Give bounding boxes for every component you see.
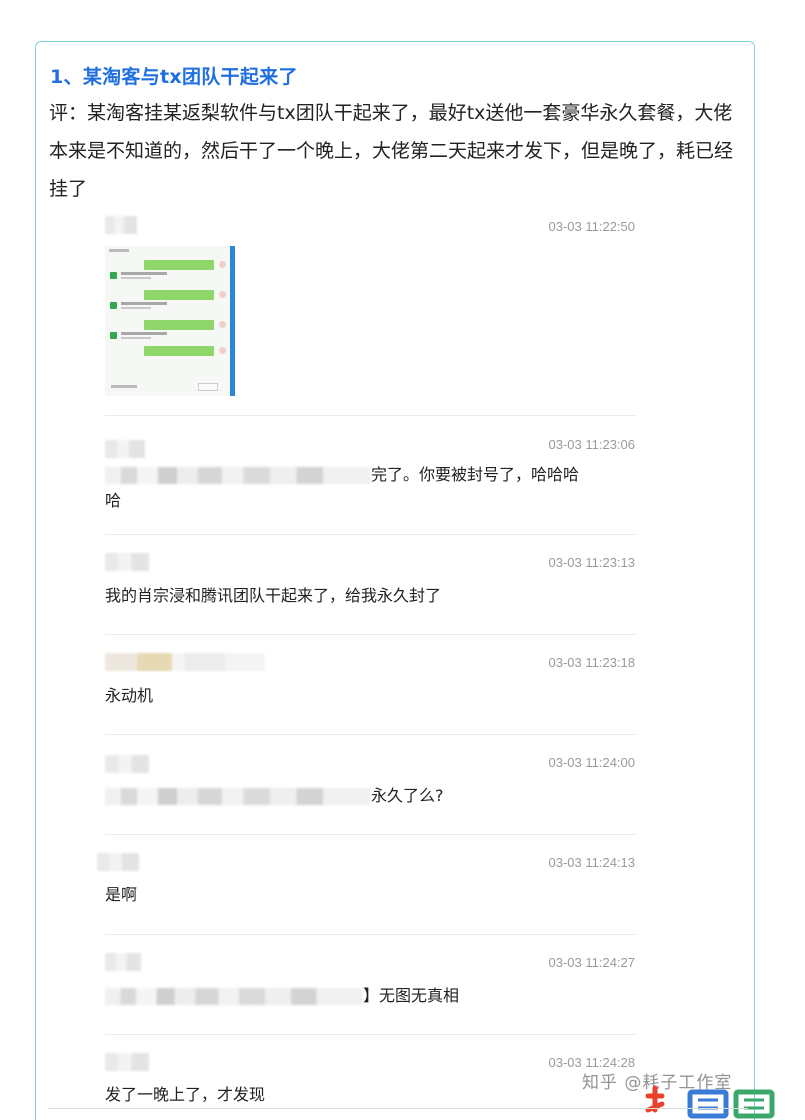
sender-name-redacted xyxy=(105,755,149,773)
sender-name-redacted xyxy=(105,953,141,971)
chat-message: 03-03 11:24:28 发了一晚上了，才发现 xyxy=(105,1035,637,1115)
sender-name-redacted xyxy=(105,216,137,234)
next-section-divider xyxy=(48,1108,748,1120)
message-text-visible: 】无图无真相 xyxy=(363,986,460,1005)
thumb-chat-row xyxy=(105,346,230,368)
sender-name-redacted xyxy=(105,553,149,571)
message-timestamp: 03-03 11:23:18 xyxy=(548,655,636,670)
chat-log: 03-03 11:22:50 03-03 11:23:06 完了。你要被封号了，… xyxy=(97,206,637,1115)
redacted-text xyxy=(105,988,363,1005)
message-text-visible: 完了。你要被封号了，哈哈哈 xyxy=(371,465,580,484)
sender-name-redacted xyxy=(105,1053,149,1071)
chat-screenshot-image[interactable] xyxy=(105,246,235,396)
chat-message: 03-03 11:23:13 我的肖宗浸和腾讯团队干起来了，给我永久封了 xyxy=(105,535,637,635)
message-timestamp: 03-03 11:23:13 xyxy=(548,555,636,570)
message-text: 永动机 xyxy=(105,686,154,705)
message-timestamp: 03-03 11:24:13 xyxy=(548,855,636,870)
message-text: 发了一晚上了，才发现 xyxy=(105,1085,266,1104)
message-text: 我的肖宗浸和腾讯团队干起来了，给我永久封了 xyxy=(105,586,442,605)
message-timestamp: 03-03 11:24:27 xyxy=(548,955,636,970)
thumb-chat-row xyxy=(105,290,230,312)
sender-name-redacted xyxy=(105,440,145,458)
message-text-visible: 永久了么? xyxy=(371,786,444,805)
message-text: 】无图无真相 xyxy=(105,983,459,1009)
message-text: 完了。你要被封号了，哈哈哈 xyxy=(105,462,579,488)
chat-message: 03-03 11:22:50 xyxy=(105,206,637,416)
redacted-text xyxy=(105,788,371,805)
message-text-line2: 哈 xyxy=(105,491,122,510)
redacted-text xyxy=(105,467,371,484)
post-title: 1、某淘客与tx团队干起来了 xyxy=(50,66,298,88)
chat-message: 03-03 11:24:13 是啊 xyxy=(97,835,637,935)
thumb-toolbar xyxy=(111,385,137,388)
thumb-title-bar xyxy=(109,249,129,252)
chat-message: 03-03 11:23:18 永动机 xyxy=(105,635,637,735)
message-text: 永久了么? xyxy=(105,783,444,809)
post-comment: 评：某淘客挂某返梨软件与tx团队干起来了，最好tx送他一套豪华永久套餐，大佬本来… xyxy=(49,102,734,200)
sender-name-redacted xyxy=(97,853,139,871)
thumb-chat-row xyxy=(105,320,230,342)
message-timestamp: 03-03 11:23:06 xyxy=(548,437,636,452)
thumb-chat-row xyxy=(105,260,230,282)
chat-message: 03-03 11:24:00 永久了么? xyxy=(105,735,637,835)
chat-message: 03-03 11:23:06 完了。你要被封号了，哈哈哈 哈 xyxy=(105,416,637,535)
message-text: 是啊 xyxy=(105,885,138,904)
thumb-send-button xyxy=(198,383,218,391)
sender-name-redacted xyxy=(105,653,265,671)
message-timestamp: 03-03 11:22:50 xyxy=(548,219,636,234)
chat-message: 03-03 11:24:27 】无图无真相 xyxy=(105,935,637,1035)
message-timestamp: 03-03 11:24:00 xyxy=(548,755,636,770)
